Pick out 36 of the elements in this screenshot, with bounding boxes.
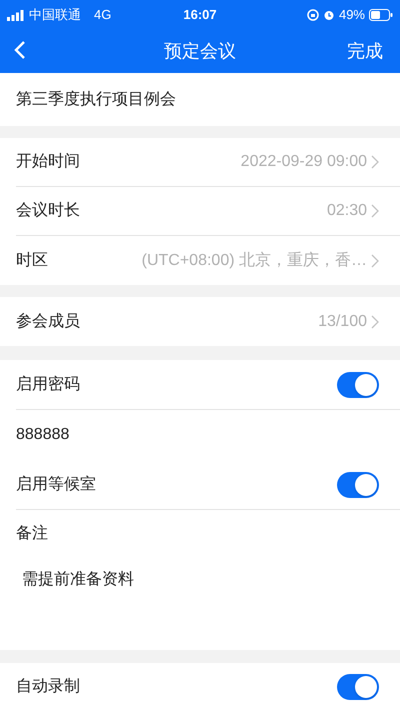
network-type: 4G xyxy=(94,6,112,24)
waiting-room-toggle[interactable] xyxy=(337,472,379,498)
row-label: 开始时间 xyxy=(16,152,80,172)
done-button[interactable]: 完成 xyxy=(347,38,390,65)
clock-time: 16:07 xyxy=(183,6,217,24)
carrier-name: 中国联通 xyxy=(29,6,81,24)
auto-record-toggle[interactable] xyxy=(337,674,379,700)
chevron-right-icon xyxy=(371,155,379,169)
row-label: 启用等候室 xyxy=(16,474,97,494)
row-label: 会议时长 xyxy=(16,200,80,221)
battery-icon xyxy=(369,9,393,21)
row-value: 02:30 xyxy=(326,201,367,221)
settings-row[interactable]: 会议时长 02:30 xyxy=(16,187,400,236)
alarm-icon xyxy=(322,9,335,21)
settings-row[interactable]: 时区 (UTC+08:00) 北京，重庆，香… xyxy=(16,236,400,285)
notes-field[interactable]: 需提前准备资料 xyxy=(22,571,134,588)
battery-percent: 49% xyxy=(338,6,365,24)
row-value: (UTC+08:00) 北京，重庆，香… xyxy=(142,250,367,270)
row-label: 参会成员 xyxy=(16,312,80,332)
row-label: 启用密码 xyxy=(16,374,81,394)
row-value: 2022-09-29 09:00 xyxy=(240,152,367,172)
chevron-right-icon xyxy=(371,204,379,218)
page-title: 预定会议 xyxy=(164,40,236,63)
row-label: 时区 xyxy=(16,250,48,270)
row-label: 自动录制 xyxy=(16,676,81,697)
settings-row[interactable]: 开始时间 2022-09-29 09:00 xyxy=(16,138,400,187)
chevron-right-icon xyxy=(371,314,379,328)
back-icon xyxy=(14,40,26,60)
row-value: 13/100 xyxy=(318,312,367,332)
rotation-lock-icon xyxy=(306,9,319,21)
chevron-right-icon xyxy=(371,254,379,268)
meeting-title-field[interactable]: 第三季度执行项目例会 xyxy=(16,88,176,112)
password-toggle[interactable] xyxy=(337,372,379,398)
row-label: 备注 xyxy=(16,524,48,544)
signal-icon xyxy=(7,10,24,20)
password-field[interactable]: 888888 xyxy=(16,423,70,447)
